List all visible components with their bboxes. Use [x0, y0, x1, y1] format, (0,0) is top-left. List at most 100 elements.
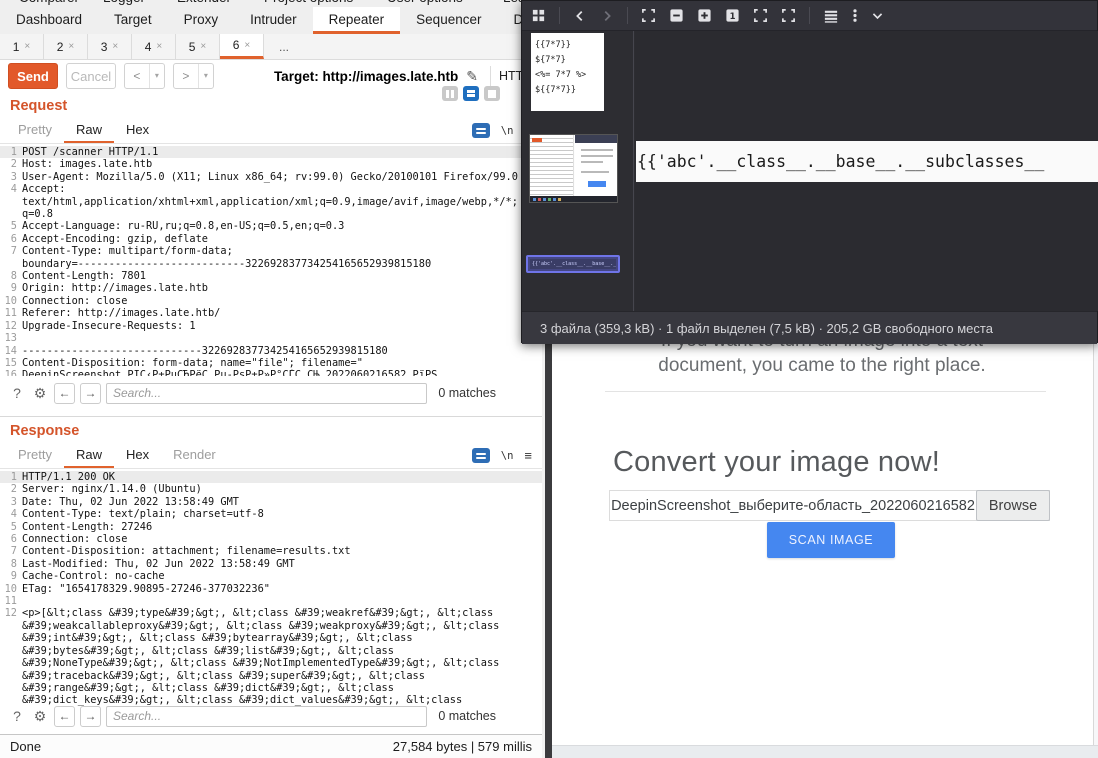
response-view-tab[interactable]: Render — [161, 443, 228, 468]
columns-layout-icon[interactable] — [442, 86, 458, 101]
back-icon[interactable] — [573, 9, 587, 23]
request-line: 8 Content-Length: 7801 — [0, 270, 542, 282]
search-match-count: 0 matches — [438, 709, 496, 723]
line-number: 4 — [0, 183, 22, 195]
response-line: 6 Connection: close — [0, 533, 542, 545]
newline-toggle-icon[interactable]: \n — [501, 450, 514, 462]
newline-toggle-icon[interactable]: \n — [501, 125, 514, 137]
chevron-down-icon[interactable]: ▾ — [198, 64, 213, 88]
search-input[interactable] — [106, 383, 427, 404]
gear-icon[interactable]: ⚙ — [31, 385, 49, 402]
viewer-canvas[interactable]: {{'abc'.__class__.__base__.__subclasses_… — [635, 31, 1098, 311]
line-number: 8 — [0, 558, 22, 570]
pretty-print-icon[interactable] — [472, 448, 490, 463]
forward-icon[interactable] — [600, 9, 614, 23]
request-line: 3 User-Agent: Mozilla/5.0 (X11; Linux x8… — [0, 171, 542, 183]
response-tab-icons: \n ≡ — [472, 443, 532, 468]
request-view-tab[interactable]: Raw — [64, 118, 114, 143]
divider — [627, 7, 628, 24]
burp-suite-window: Comparer Logger Extender Project options Use… — [0, 0, 542, 758]
search-prev-button[interactable]: ← — [54, 383, 75, 404]
search-next-button[interactable]: → — [80, 383, 101, 404]
scan-image-button[interactable]: SCAN IMAGE — [767, 522, 895, 558]
close-icon[interactable]: × — [112, 41, 118, 52]
burp-main-tab[interactable]: Target — [98, 7, 168, 34]
line-number: 7 — [0, 245, 22, 257]
request-view-tab[interactable]: Pretty — [6, 118, 64, 143]
rows-layout-icon[interactable] — [463, 86, 479, 101]
burp-top-tab[interactable]: Project options — [264, 0, 353, 6]
page-tagline-line2: document, you came to the right place. — [552, 355, 1092, 377]
response-view-tab[interactable]: Hex — [114, 443, 161, 468]
zoom-in-icon[interactable] — [697, 8, 712, 23]
search-prev-button[interactable]: ← — [54, 706, 75, 727]
pretty-print-icon[interactable] — [472, 123, 490, 138]
line-text: &#39;bytes&#39;&gt;, &lt;class &#39;list… — [22, 645, 394, 657]
app-grid-icon[interactable] — [531, 8, 546, 23]
burp-top-tab[interactable]: User options — [387, 0, 463, 6]
edit-pencil-icon[interactable]: ✎ — [466, 68, 478, 85]
menu-icon[interactable]: ≡ — [524, 448, 532, 463]
line-text: Host: images.late.htb — [22, 158, 152, 170]
request-view-tab[interactable]: Hex — [114, 118, 161, 143]
single-layout-icon[interactable] — [484, 86, 500, 101]
repeater-tab[interactable]: 3 × — [88, 34, 132, 59]
request-editor[interactable]: 1 POST /scanner HTTP/1.1 2 Host: images.… — [0, 144, 542, 376]
fit-screen-icon[interactable] — [781, 8, 796, 23]
burp-main-tab[interactable]: Sequencer — [400, 7, 497, 34]
chevron-down-icon[interactable] — [871, 9, 884, 22]
repeater-tab[interactable]: 1 × — [0, 34, 44, 59]
thumbnail-ssti-payloads[interactable]: {{7*7}} ${7*7} <%= 7*7 %> ${{7*7}} — [531, 33, 604, 111]
response-view-tab[interactable]: Pretty — [6, 443, 64, 468]
browse-button[interactable]: Browse — [976, 490, 1050, 521]
divider — [490, 66, 491, 86]
search-input[interactable] — [106, 706, 427, 727]
burp-top-tab[interactable]: Logger — [103, 0, 145, 6]
thumbnails-list-icon[interactable] — [823, 9, 839, 23]
next-request-button[interactable]: > ▾ — [173, 63, 214, 89]
close-icon[interactable]: × — [24, 41, 30, 52]
burp-main-tab[interactable]: Dashboard — [0, 7, 98, 34]
gear-icon[interactable]: ⚙ — [31, 708, 49, 725]
close-icon[interactable]: × — [68, 41, 74, 52]
more-icon[interactable] — [852, 8, 858, 23]
chevron-down-icon[interactable]: ▾ — [149, 64, 164, 88]
line-number: 6 — [0, 233, 22, 245]
divider — [559, 7, 560, 24]
fit-width-icon[interactable] — [753, 8, 768, 23]
burp-main-tab[interactable]: Intruder — [234, 7, 313, 34]
close-icon[interactable]: × — [156, 41, 162, 52]
response-line: &#39;weakcallableproxy&#39;&gt;, &lt;cla… — [0, 620, 542, 632]
previous-request-button[interactable]: < ▾ — [124, 63, 165, 89]
help-icon[interactable]: ? — [8, 708, 26, 724]
response-line: 4 Content-Type: text/plain; charset=utf-… — [0, 508, 542, 520]
fit-window-icon[interactable] — [641, 8, 656, 23]
repeater-more-tabs-button[interactable]: ... — [264, 34, 304, 59]
response-editor[interactable]: 1 HTTP/1.1 200 OK 2 Server: nginx/1.14.0… — [0, 469, 542, 709]
thumbnail-selected-payload[interactable]: {{'abc'.__class__.__base__.__subclasses_… — [526, 255, 620, 273]
repeater-tab[interactable]: 6 × — [220, 34, 264, 59]
zoom-out-icon[interactable] — [669, 8, 684, 23]
response-view-tab[interactable]: Raw — [64, 443, 114, 468]
burp-main-tab[interactable]: Repeater — [313, 7, 401, 34]
repeater-tab-label: 3 — [101, 40, 108, 54]
search-match-count: 0 matches — [438, 386, 496, 400]
line-text: POST /scanner HTTP/1.1 — [22, 146, 158, 158]
thumb-header — [575, 135, 618, 143]
burp-top-tab[interactable]: Extender — [177, 0, 231, 6]
repeater-tab[interactable]: 2 × — [44, 34, 88, 59]
close-icon[interactable]: × — [200, 41, 206, 52]
send-button[interactable]: Send — [8, 63, 58, 89]
cancel-button[interactable]: Cancel — [66, 63, 116, 89]
file-input[interactable]: DeepinScreenshot_выберите-область_202206… — [610, 491, 976, 520]
help-icon[interactable]: ? — [8, 385, 26, 401]
search-next-button[interactable]: → — [80, 706, 101, 727]
thumbnail-desktop-screenshot[interactable] — [529, 134, 618, 203]
repeater-tab[interactable]: 4 × — [132, 34, 176, 59]
response-panel-title: Response — [10, 423, 79, 439]
actual-size-icon[interactable]: 1 — [725, 8, 740, 23]
repeater-tab[interactable]: 5 × — [176, 34, 220, 59]
burp-main-tab[interactable]: Proxy — [168, 7, 235, 34]
close-icon[interactable]: × — [244, 40, 250, 51]
burp-top-tab[interactable]: Comparer — [19, 0, 79, 6]
